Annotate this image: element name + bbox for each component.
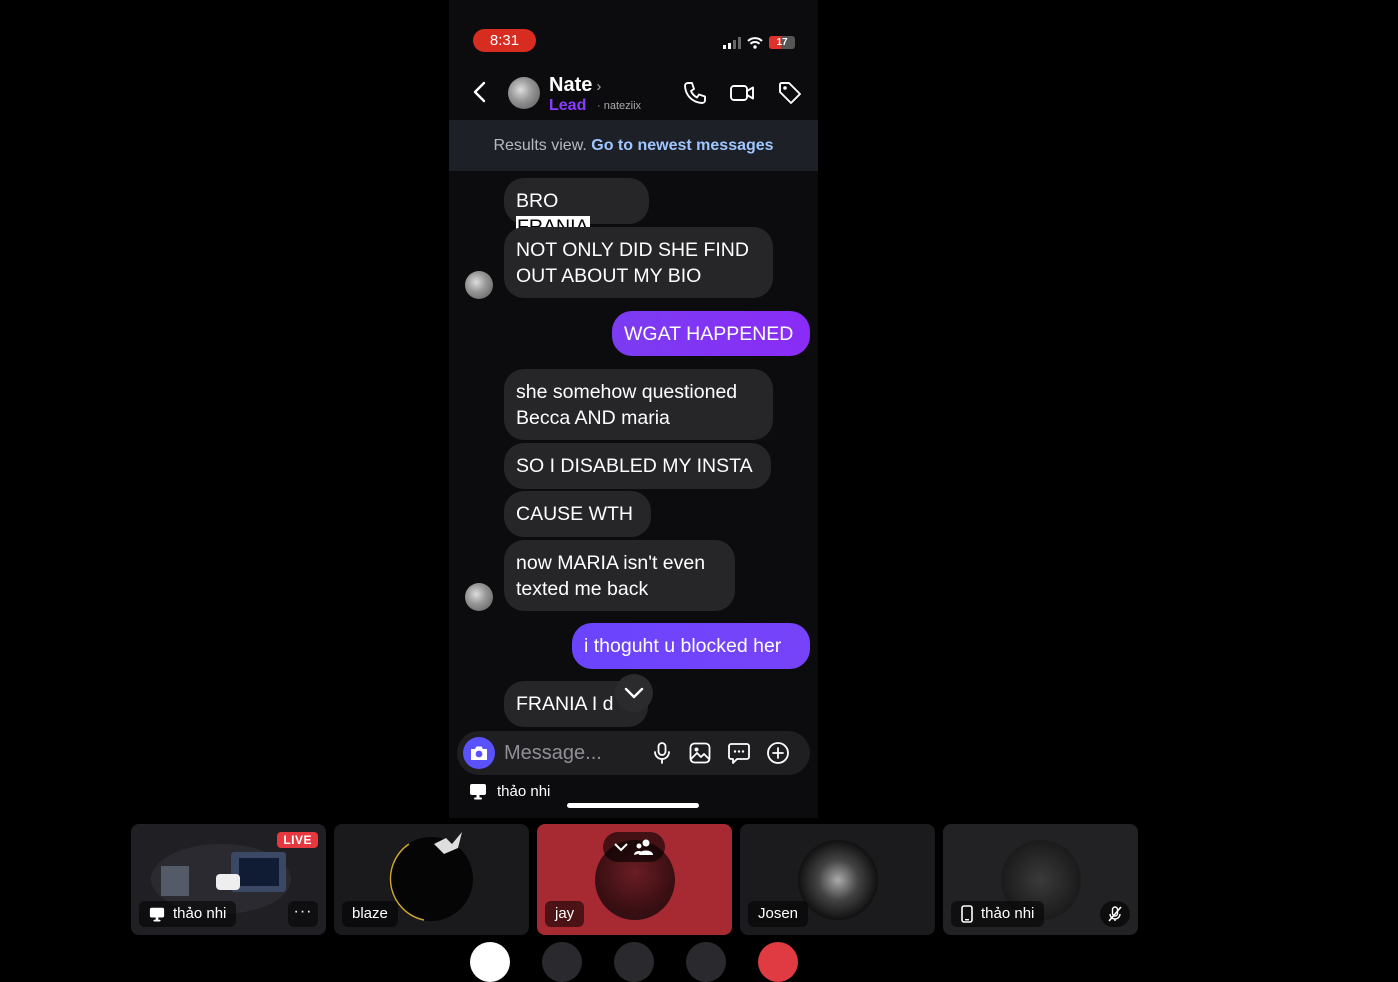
mobile-phone-icon [961, 905, 973, 923]
home-indicator [567, 803, 699, 808]
status-time: 8:31 [473, 29, 536, 52]
go-to-newest-link[interactable]: Go to newest messages [591, 137, 773, 154]
message-bubble[interactable]: CAUSE WTH [504, 491, 651, 537]
scroll-to-bottom-button[interactable] [615, 674, 653, 712]
live-badge: LIVE [277, 832, 318, 848]
message-bubble[interactable]: BRO FRANIA [504, 178, 649, 238]
call-control-button[interactable] [686, 942, 726, 982]
back-arrow-icon[interactable] [469, 80, 491, 104]
message-bubble[interactable]: SO I DISABLED MY INSTA [504, 443, 771, 489]
camera-button[interactable] [463, 737, 495, 769]
contact-avatar[interactable] [508, 77, 540, 109]
status-icons: 17 [723, 36, 795, 49]
gallery-icon[interactable] [688, 741, 712, 765]
cellular-signal-icon [723, 36, 741, 49]
more-options-button[interactable]: ··· [288, 901, 318, 927]
contact-handle: · nateziix [597, 100, 642, 112]
muted-microphone-icon [1100, 901, 1130, 927]
message-bubble-sent[interactable]: WGAT HAPPENED [612, 311, 810, 356]
participant-avatar [798, 840, 878, 920]
call-control-button[interactable] [614, 942, 654, 982]
battery-level: 17 [776, 37, 788, 48]
message-bubble[interactable]: NOT ONLY DID SHE FIND OUT ABOUT MY BIO [504, 227, 773, 298]
leave-call-button[interactable] [758, 942, 798, 982]
message-bubble[interactable]: she somehow questioned Becca AND maria [504, 369, 773, 440]
call-control-button[interactable] [470, 942, 510, 982]
results-view-banner: Results view. Go to newest messages [449, 120, 818, 171]
phone-call-icon[interactable] [682, 80, 708, 106]
screen-share-presenter: thảo nhi [469, 782, 550, 800]
screen-share-icon [149, 907, 165, 922]
chevron-down-icon [624, 687, 644, 699]
participant-name-label: thảo nhi [951, 901, 1045, 927]
shared-phone-screen: 8:31 17 Nate › Lead · nateziix Results v… [449, 0, 818, 818]
contact-name[interactable]: Nate › [549, 74, 601, 97]
message-composer: Message... [457, 731, 810, 775]
add-icon[interactable] [766, 741, 790, 765]
participant-tile[interactable]: blaze [334, 824, 529, 935]
message-bubble[interactable]: now MARIA isn't even texted me back [504, 540, 735, 611]
wifi-icon [747, 36, 763, 49]
chevron-right-icon: › [596, 78, 602, 95]
sender-avatar [465, 271, 493, 299]
message-bubble-sent[interactable]: i thoguht u blocked her [572, 623, 810, 669]
contact-role: Lead [549, 97, 587, 114]
sticker-chat-icon[interactable] [727, 741, 751, 765]
participant-name-label: jay [545, 901, 585, 927]
participant-name-label: Josen [748, 901, 809, 927]
participant-tile[interactable]: Josen [740, 824, 935, 935]
call-control-button[interactable] [542, 942, 582, 982]
camera-icon [471, 746, 487, 760]
chevron-down-icon [614, 842, 628, 851]
screen-share-icon [470, 784, 486, 800]
sender-avatar [465, 583, 493, 611]
people-icon [634, 839, 653, 855]
chat-header: Nate › Lead · nateziix [449, 70, 818, 118]
participant-name-label: thảo nhi [139, 901, 237, 927]
video-call-icon[interactable] [729, 80, 755, 106]
microphone-icon[interactable] [650, 741, 674, 765]
participant-name-label: blaze [342, 901, 398, 927]
message-input[interactable]: Message... [504, 742, 602, 765]
tag-icon[interactable] [777, 80, 803, 106]
tile-options[interactable] [603, 832, 665, 862]
results-view-label: Results view. [493, 137, 587, 154]
participant-tile[interactable]: thảo nhi [943, 824, 1138, 935]
participant-tile[interactable]: LIVE thảo nhi ··· [131, 824, 326, 935]
battery-icon: 17 [769, 36, 795, 49]
participant-tile[interactable]: jay [537, 824, 732, 935]
presenter-name: thảo nhi [497, 782, 551, 800]
